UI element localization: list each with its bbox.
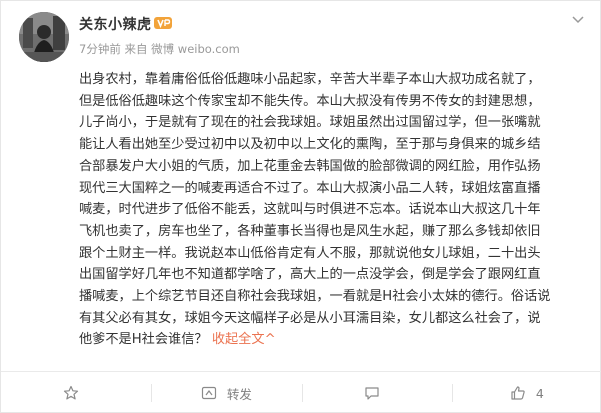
collapse-arrow-icon[interactable]: ^ [265, 332, 276, 347]
content-line: 但是低俗低趣味这个传家宝却不能失传。本山大叔没有传男不传女的封建思想， [79, 93, 541, 109]
repost-button[interactable]: 转发 [151, 372, 301, 413]
like-button[interactable]: 4 [451, 372, 601, 413]
collapse-label[interactable]: 收起全文 [212, 332, 265, 347]
content-line: 喊麦，时代进步了低俗不能丢，这就叫与时俱进不忘本。话说本山大叔这几十年 [79, 202, 541, 218]
repost-label: 转发 [226, 386, 252, 402]
content-line: 跟个土财主一样。我说赵本山低俗肯定有人不服，那就说他女儿球姐，二十出头 [79, 245, 541, 261]
content-line: 飞机也卖了，房车也坐了，各种董事长当得也是风生水起，赚了那么多钱却依旧 [79, 223, 541, 239]
content-line: 能让人看出她至少受过初中以及初中以上文化的熏陶，至于那与身俱来的城乡结 [79, 137, 541, 153]
content-line: 播喊麦，上个综艺节目还自称社会我球姐，一看就是H社会小太妹的德行。俗话说 [79, 289, 551, 305]
collapse-full-text-link[interactable]: 收起全文^ [212, 332, 276, 347]
content-line: 儿子尚小，于是就有了现在的社会我球姐。球姐虽然出过国留过学，但一张嘴就 [79, 115, 541, 131]
star-icon [64, 385, 79, 400]
post-time[interactable]: 7分钟前 [79, 42, 121, 56]
content-line: 出国留学好几年也不知道都学啥了，高大上的一点没学会，倒是学会了跟网红直 [79, 267, 541, 283]
comment-button[interactable] [301, 372, 452, 413]
source-domain: weibo.com [177, 42, 240, 56]
chevron-down-icon[interactable] [572, 15, 584, 25]
avatar[interactable] [19, 12, 69, 62]
action-bar: 转发 4 [1, 371, 601, 413]
source-client[interactable]: 微博 [151, 42, 174, 56]
thumbs-up-icon [511, 386, 525, 400]
post-content: 出身农村，靠着庸俗低俗低趣味小品起家，辛苦大半辈子本山大叔功成名就了， 但是低俗… [79, 69, 591, 351]
repost-icon [201, 386, 216, 400]
post-meta: 7分钟前 来自 微博 weibo.com [79, 41, 240, 57]
like-count: 4 [535, 385, 544, 401]
source-label: 来自 [124, 42, 148, 56]
author-name[interactable]: 关东小辣虎 [79, 14, 152, 34]
content-line-text: 他爹不是H社会谁信？ [79, 332, 208, 348]
comment-icon [365, 387, 379, 400]
content-line: 出身农村，靠着庸俗低俗低趣味小品起家，辛苦大半辈子本山大叔功成名就了， [79, 72, 541, 87]
content-line: 合部暴发户大小姐的气质，加上花重金去韩国做的脸部微调的网红脸，用作弘扬 [79, 158, 541, 174]
vip-badge-icon [154, 17, 172, 29]
content-line-last: 他爹不是H社会谁信？ 收起全文^ [79, 329, 591, 351]
favorite-button[interactable] [1, 372, 151, 413]
content-line: 有其父必有其女，球姐今天这幅样子必是从小耳濡目染，女儿都这么社会了，说 [79, 310, 541, 326]
weibo-post-card: 关东小辣虎 7分钟前 来自 微博 weibo.com 出身农村，靠着庸俗低俗低趣… [0, 0, 601, 413]
content-line: 现代三大国粹之一的喊麦再适合不过了。本山大叔演小品二人转，球姐炫富直播 [79, 180, 541, 196]
